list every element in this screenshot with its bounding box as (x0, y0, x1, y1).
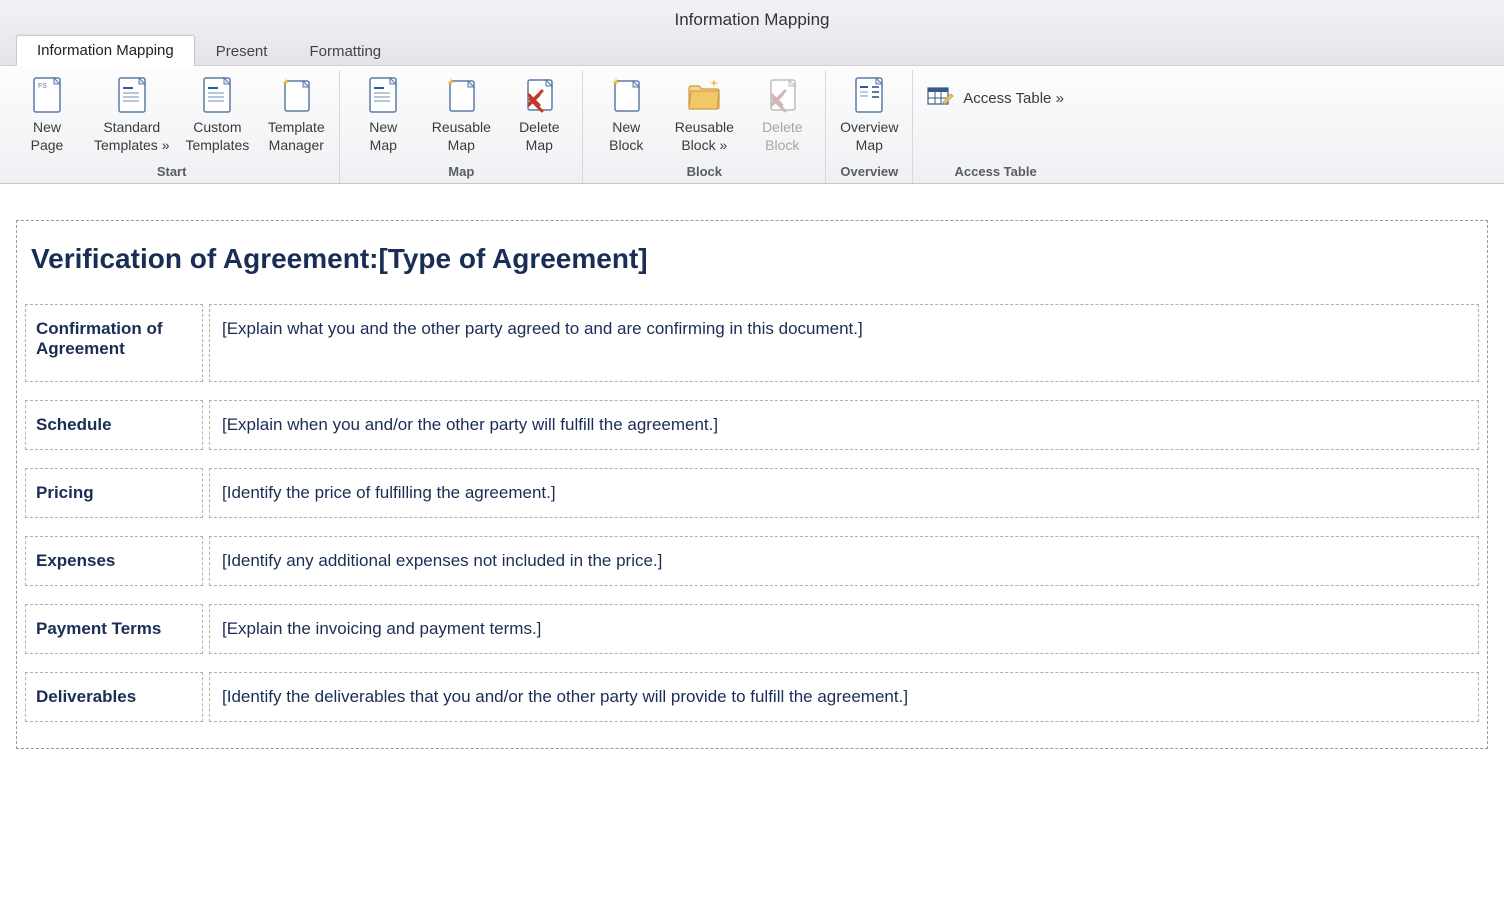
custom-templates-button[interactable]: CustomTemplates (177, 70, 257, 154)
button-label-line1: New (33, 118, 61, 136)
tab-formatting[interactable]: Formatting (288, 36, 402, 66)
button-label-line1: Custom (193, 118, 241, 136)
ribbon: FS NewPage StandardTemplates » CustomTem… (0, 66, 1504, 184)
delete-map-button[interactable]: DeleteMap (500, 70, 578, 154)
new-page-button[interactable]: FS NewPage (8, 70, 86, 154)
button-label-line1: Reusable (675, 118, 734, 136)
button-label-line2: Block (609, 136, 643, 154)
page-lines-icon (362, 74, 404, 116)
button-label-line2: Manager (269, 136, 324, 154)
page-lines-icon (111, 74, 153, 116)
svg-text:FS: FS (38, 83, 47, 90)
button-label-line1: Template (268, 118, 325, 136)
block-content[interactable]: [Explain the invoicing and payment terms… (209, 604, 1479, 654)
reusable-map-button[interactable]: ReusableMap (422, 70, 500, 154)
ribbon-group-label: Overview (830, 162, 908, 183)
map-title[interactable]: Verification of Agreement:[Type of Agree… (25, 233, 1479, 294)
block-label[interactable]: Deliverables (25, 672, 203, 722)
button-label-line1: New (369, 118, 397, 136)
ribbon-group-label: Access Table (917, 162, 1074, 183)
ribbon-group-block: NewBlock ReusableBlock » DeleteBlockBloc… (583, 70, 826, 183)
page-spark-icon (275, 74, 317, 116)
block-label[interactable]: Pricing (25, 468, 203, 518)
ribbon-group-map: NewMap ReusableMap DeleteMapMap (340, 70, 583, 183)
button-label-line1: Reusable (432, 118, 491, 136)
button-label-line2: Templates (185, 136, 249, 154)
page-spark-icon (605, 74, 647, 116)
table-edit-icon (927, 84, 955, 112)
page-spark-icon (440, 74, 482, 116)
block-row: Expenses[Identify any additional expense… (25, 536, 1479, 586)
page-x-icon (518, 74, 560, 116)
ribbon-group-label: Block (587, 162, 821, 183)
block-content[interactable]: [Explain when you and/or the other party… (209, 400, 1479, 450)
block-content[interactable]: [Identify the price of fulfilling the ag… (209, 468, 1479, 518)
page-lines-icon (196, 74, 238, 116)
page-x-icon (761, 74, 803, 116)
button-label-line2: Map (448, 136, 475, 154)
block-row: Confirmation of Agreement[Explain what y… (25, 304, 1479, 382)
button-label-line2: Block » (681, 136, 727, 154)
folder-spark-icon (683, 74, 725, 116)
button-label: Access Table » (963, 90, 1064, 107)
button-label-line1: Delete (762, 118, 802, 136)
button-label-line2: Templates » (94, 136, 169, 154)
ribbon-group-overview: OverviewMapOverview (826, 70, 913, 183)
block-label[interactable]: Schedule (25, 400, 203, 450)
tab-information-mapping[interactable]: Information Mapping (16, 35, 195, 66)
document-area: Verification of Agreement:[Type of Agree… (0, 184, 1504, 765)
standard-templates-button[interactable]: StandardTemplates » (86, 70, 177, 154)
tab-present[interactable]: Present (195, 36, 289, 66)
ribbon-group-label: Start (8, 162, 335, 183)
delete-block-button: DeleteBlock (743, 70, 821, 154)
ribbon-tabs: Information MappingPresentFormatting (0, 36, 1504, 66)
button-label-line1: Overview (840, 118, 898, 136)
block-row: Pricing[Identify the price of fulfilling… (25, 468, 1479, 518)
ribbon-group-label: Map (344, 162, 578, 183)
ribbon-group-access-table: Access Table » Access Table (913, 70, 1078, 183)
overview-map-button[interactable]: OverviewMap (830, 70, 908, 154)
reusable-block-button[interactable]: ReusableBlock » (665, 70, 743, 154)
button-label-line2: Block (765, 136, 799, 154)
button-label-line2: Page (31, 136, 64, 154)
button-label-line1: New (612, 118, 640, 136)
page-list-icon (848, 74, 890, 116)
block-row: Payment Terms[Explain the invoicing and … (25, 604, 1479, 654)
button-label-line2: Map (856, 136, 883, 154)
block-row: Deliverables[Identify the deliverables t… (25, 672, 1479, 722)
block-label[interactable]: Confirmation of Agreement (25, 304, 203, 382)
block-content[interactable]: [Explain what you and the other party ag… (209, 304, 1479, 382)
ribbon-group-start: FS NewPage StandardTemplates » CustomTem… (4, 70, 340, 183)
map-frame[interactable]: Verification of Agreement:[Type of Agree… (16, 220, 1488, 749)
access-table-button[interactable]: Access Table » (917, 80, 1074, 116)
template-manager-button[interactable]: TemplateManager (257, 70, 335, 154)
block-content[interactable]: [Identify any additional expenses not in… (209, 536, 1479, 586)
window-title: Information Mapping (0, 0, 1504, 36)
block-label[interactable]: Expenses (25, 536, 203, 586)
block-label[interactable]: Payment Terms (25, 604, 203, 654)
new-block-button[interactable]: NewBlock (587, 70, 665, 154)
button-label-line1: Standard (103, 118, 160, 136)
block-content[interactable]: [Identify the deliverables that you and/… (209, 672, 1479, 722)
new-map-button[interactable]: NewMap (344, 70, 422, 154)
button-label-line1: Delete (519, 118, 559, 136)
page-fs-icon: FS (26, 74, 68, 116)
button-label-line2: Map (526, 136, 553, 154)
block-row: Schedule[Explain when you and/or the oth… (25, 400, 1479, 450)
button-label-line2: Map (370, 136, 397, 154)
